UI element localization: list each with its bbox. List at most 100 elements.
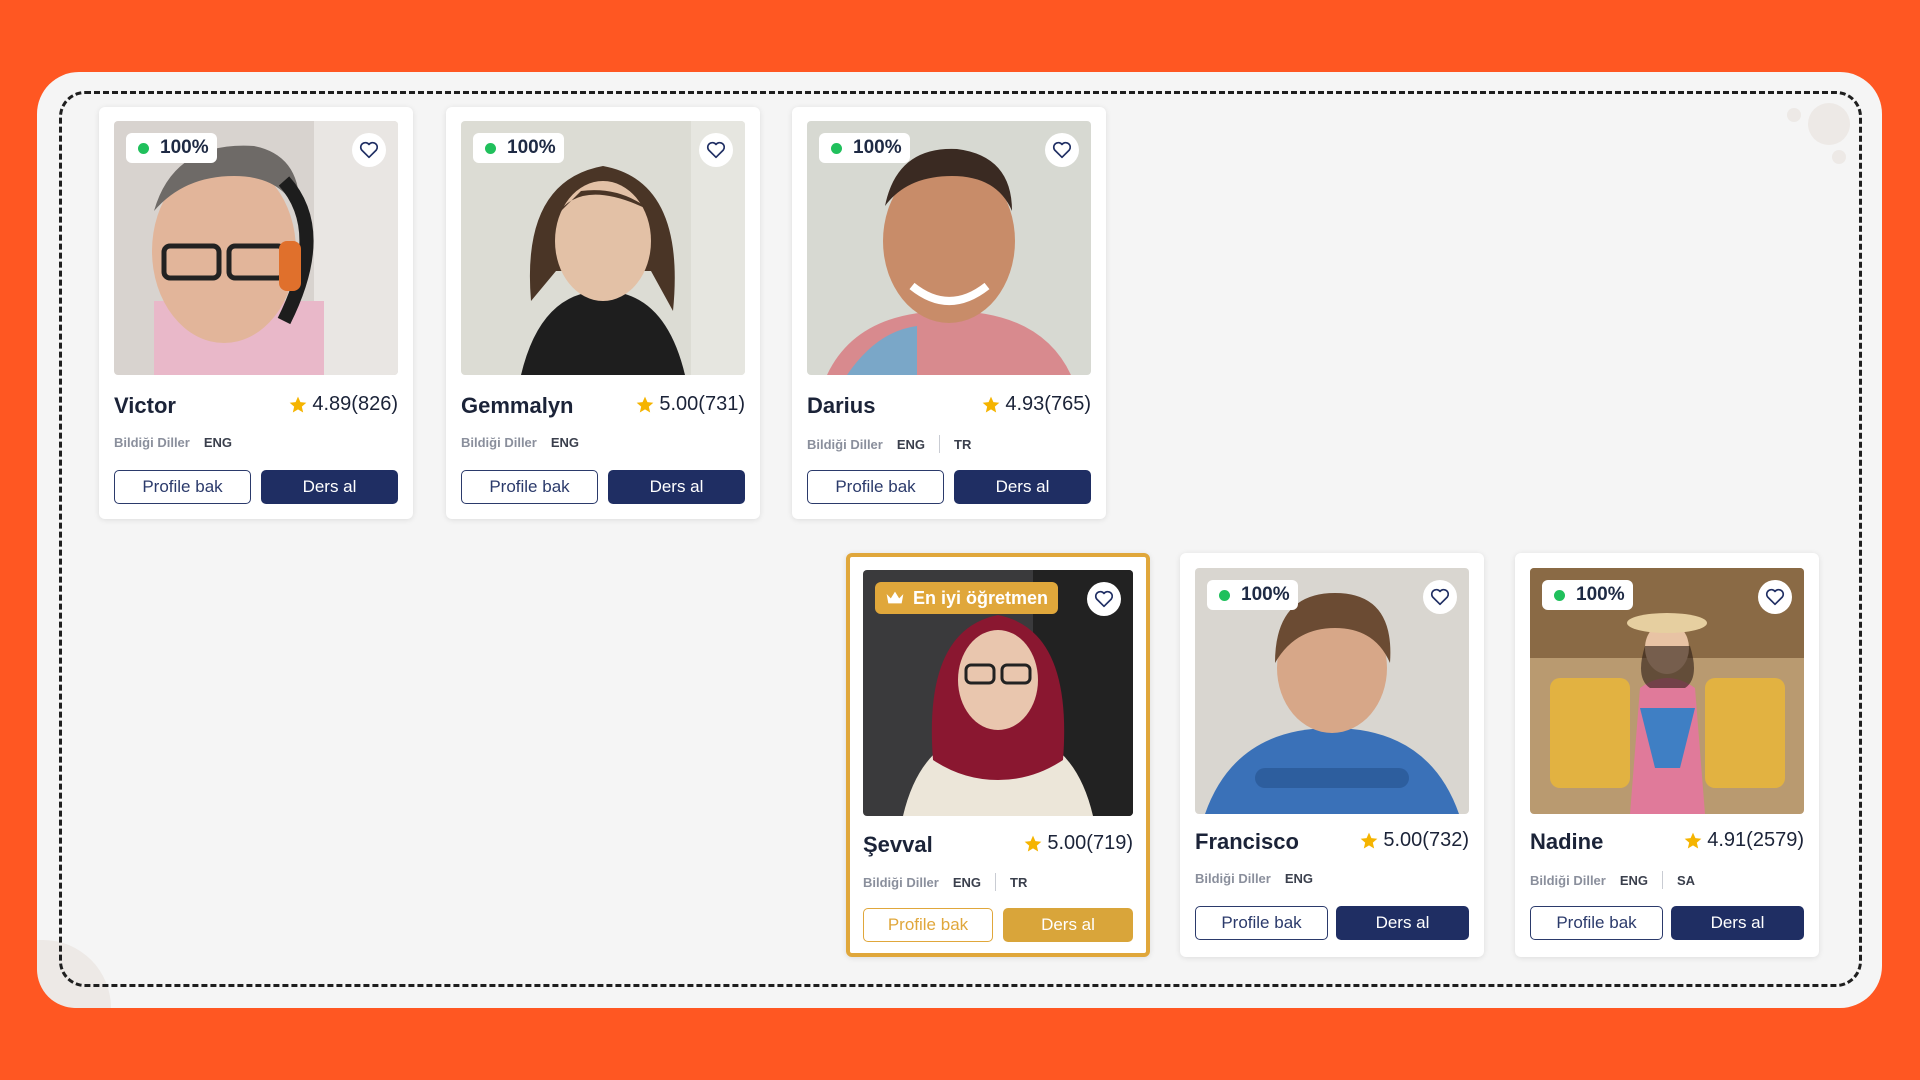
teacher-card: 100% Darius 4.93(765) Bildiği Diller ENG…	[792, 107, 1106, 519]
favorite-button[interactable]	[699, 133, 733, 167]
language-separator	[1662, 871, 1664, 889]
languages-row: Bildiği Diller ENG	[114, 435, 232, 450]
language-tag: ENG	[1284, 871, 1314, 886]
rating-value: 4.91(2579)	[1707, 829, 1804, 851]
rating-value: 5.00(731)	[659, 393, 745, 415]
languages-label: Bildiği Diller	[1195, 871, 1271, 886]
availability-badge: 100%	[126, 133, 217, 163]
favorite-button[interactable]	[1758, 580, 1792, 614]
online-dot-icon	[1554, 590, 1565, 601]
language-separator	[995, 873, 997, 891]
heart-icon	[1430, 588, 1450, 606]
favorite-button[interactable]	[1087, 582, 1121, 616]
teacher-photo: 100%	[461, 121, 745, 375]
teacher-photo: 100%	[807, 121, 1091, 375]
favorite-button[interactable]	[1423, 580, 1457, 614]
online-dot-icon	[1219, 590, 1230, 601]
teacher-photo: En iyi öğretmen	[863, 570, 1133, 816]
teacher-name: Nadine	[1530, 829, 1604, 854]
language-tag: TR	[1010, 874, 1028, 890]
languages-label: Bildiği Diller	[863, 874, 939, 890]
availability-badge: 100%	[1207, 580, 1298, 610]
teacher-name: Darius	[807, 393, 876, 418]
availability-badge: 100%	[1542, 580, 1633, 610]
heart-icon	[1094, 590, 1114, 608]
availability-text: 100%	[1241, 584, 1290, 605]
heart-icon	[706, 141, 726, 159]
online-dot-icon	[485, 143, 496, 154]
languages-label: Bildiği Diller	[114, 435, 190, 450]
favorite-button[interactable]	[1045, 133, 1079, 167]
languages-row: Bildiği Diller ENG SA	[1530, 871, 1695, 889]
teacher-card: 100% Nadine 4.91(2579) Bildiği Diller EN…	[1515, 553, 1819, 957]
availability-text: 100%	[507, 137, 556, 158]
languages-label: Bildiği Diller	[807, 436, 883, 452]
teacher-photo: 100%	[1530, 568, 1804, 814]
teacher-photo: 100%	[1195, 568, 1469, 814]
language-tag: ENG	[896, 436, 926, 452]
availability-text: 100%	[853, 137, 902, 158]
languages-row: Bildiği Diller ENG	[461, 435, 579, 450]
language-tag: ENG	[550, 435, 580, 450]
book-lesson-button[interactable]: Ders al	[1671, 906, 1804, 940]
languages-row: Bildiği Diller ENG TR	[807, 435, 971, 453]
teacher-name: Gemmalyn	[461, 393, 574, 418]
language-tag: ENG	[203, 435, 233, 450]
teacher-rating: 5.00(719)	[1023, 832, 1133, 855]
teacher-rating: 4.91(2579)	[1683, 829, 1804, 852]
rating-value: 4.89(826)	[312, 393, 398, 415]
rating-value: 5.00(732)	[1383, 829, 1469, 851]
availability-badge: 100%	[473, 133, 564, 163]
best-teacher-badge: En iyi öğretmen	[875, 582, 1059, 614]
language-tag: ENG	[1619, 872, 1649, 888]
star-icon	[1361, 832, 1378, 848]
star-icon	[1025, 835, 1042, 851]
online-dot-icon	[138, 143, 149, 154]
heart-icon	[1052, 141, 1072, 159]
teacher-photo: 100%	[114, 121, 398, 375]
profile-button[interactable]: Profile bak	[863, 908, 993, 942]
teacher-name: Francisco	[1195, 829, 1299, 854]
book-lesson-button[interactable]: Ders al	[608, 470, 745, 504]
availability-text: 100%	[1576, 584, 1625, 605]
teacher-name: Victor	[114, 393, 176, 418]
best-teacher-text: En iyi öğretmen	[913, 587, 1049, 608]
star-icon	[290, 396, 307, 412]
heart-icon	[359, 141, 379, 159]
book-lesson-button[interactable]: Ders al	[1003, 908, 1133, 942]
profile-button[interactable]: Profile bak	[1195, 906, 1328, 940]
teacher-card: 100% Victor 4.89(826) Bildiği Diller ENG…	[99, 107, 413, 519]
availability-badge: 100%	[819, 133, 910, 163]
profile-button[interactable]: Profile bak	[114, 470, 251, 504]
language-tag: TR	[954, 436, 972, 452]
languages-label: Bildiği Diller	[1530, 872, 1606, 888]
teacher-rating: 5.00(732)	[1359, 829, 1469, 852]
languages-row: Bildiği Diller ENG	[1195, 871, 1313, 886]
book-lesson-button[interactable]: Ders al	[261, 470, 398, 504]
heart-icon	[1765, 588, 1785, 606]
teacher-card: 100% Francisco 5.00(732) Bildiği Diller …	[1180, 553, 1484, 957]
star-icon	[983, 396, 1000, 412]
teacher-rating: 4.89(826)	[288, 393, 398, 416]
profile-button[interactable]: Profile bak	[807, 470, 944, 504]
rating-value: 5.00(719)	[1047, 832, 1133, 854]
crown-icon	[886, 591, 904, 604]
teacher-rating: 4.93(765)	[981, 393, 1091, 416]
teacher-card: 100% Gemmalyn 5.00(731) Bildiği Diller E…	[446, 107, 760, 519]
star-icon	[637, 396, 654, 412]
star-icon	[1684, 832, 1702, 848]
rating-value: 4.93(765)	[1005, 393, 1091, 415]
book-lesson-button[interactable]: Ders al	[954, 470, 1091, 504]
teacher-name: Şevval	[863, 832, 933, 857]
language-separator	[939, 435, 941, 453]
language-tag: ENG	[952, 874, 982, 890]
languages-label: Bildiği Diller	[461, 435, 537, 450]
favorite-button[interactable]	[352, 133, 386, 167]
book-lesson-button[interactable]: Ders al	[1336, 906, 1469, 940]
profile-button[interactable]: Profile bak	[461, 470, 598, 504]
profile-button[interactable]: Profile bak	[1530, 906, 1663, 940]
language-tag: SA	[1677, 872, 1696, 888]
featured-teacher-card: En iyi öğretmen Şevval 5.00(719) Bildiği…	[846, 553, 1150, 957]
teacher-rating: 5.00(731)	[635, 393, 745, 416]
languages-row: Bildiği Diller ENG TR	[863, 873, 1027, 891]
